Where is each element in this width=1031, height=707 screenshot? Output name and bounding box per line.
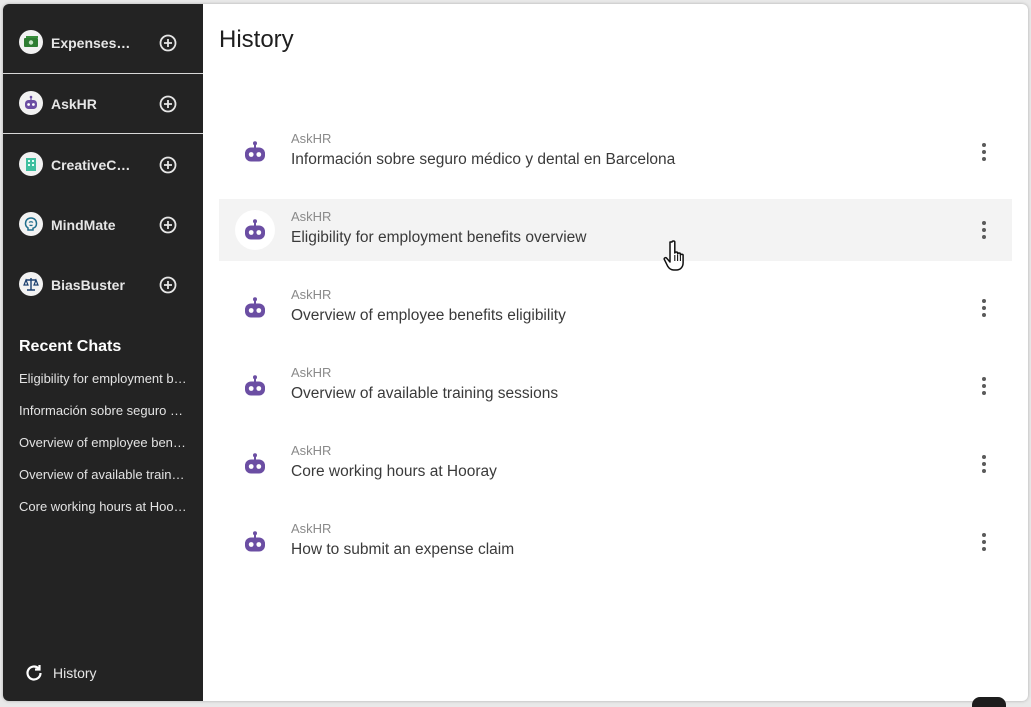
- assistant-askhr[interactable]: AskHR: [3, 74, 203, 134]
- chat-title: Información sobre seguro médico y dental…: [291, 151, 676, 168]
- robot-icon: [235, 366, 275, 406]
- history-nav-link[interactable]: History: [23, 662, 97, 684]
- sidebar: ExpensesE... AskHR CreativeCh... MindMat…: [3, 4, 203, 701]
- chat-title: How to submit an expense claim: [291, 541, 515, 558]
- chat-assistant-name: AskHR: [291, 365, 332, 380]
- assistant-name: CreativeCh...: [51, 157, 133, 173]
- assistant-name: AskHR: [51, 95, 97, 112]
- recent-chat-item[interactable]: Core working hours at Hooray: [19, 499, 187, 514]
- more-vert-icon[interactable]: [976, 141, 992, 163]
- chat-assistant-name: AskHR: [291, 521, 332, 536]
- corner-decoration: [972, 697, 1006, 707]
- more-vert-icon[interactable]: [976, 531, 992, 553]
- chat-row[interactable]: AskHR Overview of employee benefits elig…: [219, 277, 1012, 339]
- add-circle-icon[interactable]: [159, 216, 177, 234]
- assistant-name: MindMate: [51, 217, 116, 233]
- recent-chat-item[interactable]: Overview of available training sessions: [19, 467, 187, 482]
- scales-icon: [19, 272, 43, 296]
- assistant-biasbuster[interactable]: BiasBuster: [3, 255, 203, 315]
- recent-chat-item[interactable]: Overview of employee benefits eligibilit…: [19, 435, 187, 450]
- chat-title: Eligibility for employment benefits over…: [291, 229, 587, 246]
- robot-icon: [235, 288, 275, 328]
- chat-row[interactable]: AskHR Información sobre seguro médico y …: [219, 121, 1012, 183]
- chat-row[interactable]: AskHR How to submit an expense claim: [219, 511, 1012, 573]
- assistant-creative[interactable]: CreativeCh...: [3, 135, 203, 195]
- chat-title: Overview of employee benefits eligibilit…: [291, 307, 566, 324]
- assistant-name: ExpensesE...: [51, 34, 133, 51]
- more-vert-icon[interactable]: [976, 453, 992, 475]
- brain-icon: [19, 212, 43, 236]
- robot-icon: [235, 444, 275, 484]
- page-title: History: [219, 26, 294, 53]
- refresh-icon: [26, 665, 42, 681]
- add-circle-icon[interactable]: [159, 34, 177, 52]
- history-nav-label: History: [53, 665, 97, 681]
- robot-icon: [19, 90, 43, 115]
- assistant-name: BiasBuster: [51, 277, 125, 293]
- building-icon: [19, 152, 43, 176]
- money-icon: [19, 29, 43, 54]
- chat-assistant-name: AskHR: [291, 209, 332, 224]
- robot-icon: [235, 132, 275, 172]
- more-vert-icon[interactable]: [976, 375, 992, 397]
- robot-icon: [235, 522, 275, 562]
- assistant-expenses[interactable]: ExpensesE...: [3, 12, 203, 74]
- main-panel: History AskHR Información sobre seguro m…: [203, 4, 1028, 701]
- chat-title: Core working hours at Hooray: [291, 463, 497, 480]
- recent-chat-item[interactable]: Información sobre seguro médico y dental…: [19, 403, 187, 418]
- more-vert-icon[interactable]: [976, 219, 992, 241]
- chat-title: Overview of available training sessions: [291, 385, 559, 402]
- assistant-mindmate[interactable]: MindMate: [3, 195, 203, 255]
- add-circle-icon[interactable]: [159, 156, 177, 174]
- recent-chat-item[interactable]: Eligibility for employment benefits over…: [19, 371, 187, 386]
- add-circle-icon[interactable]: [159, 276, 177, 294]
- add-circle-icon[interactable]: [159, 95, 177, 113]
- recent-chats-heading: Recent Chats: [19, 338, 122, 355]
- chat-assistant-name: AskHR: [291, 443, 332, 458]
- chat-row[interactable]: AskHR Core working hours at Hooray: [219, 433, 1012, 495]
- robot-icon: [235, 210, 275, 250]
- chat-row[interactable]: AskHR Overview of available training ses…: [219, 355, 1012, 417]
- more-vert-icon[interactable]: [976, 297, 992, 319]
- chat-assistant-name: AskHR: [291, 287, 332, 302]
- app-window: ExpensesE... AskHR CreativeCh... MindMat…: [3, 4, 1028, 701]
- chat-assistant-name: AskHR: [291, 131, 332, 146]
- chat-row[interactable]: AskHR Eligibility for employment benefit…: [219, 199, 1012, 261]
